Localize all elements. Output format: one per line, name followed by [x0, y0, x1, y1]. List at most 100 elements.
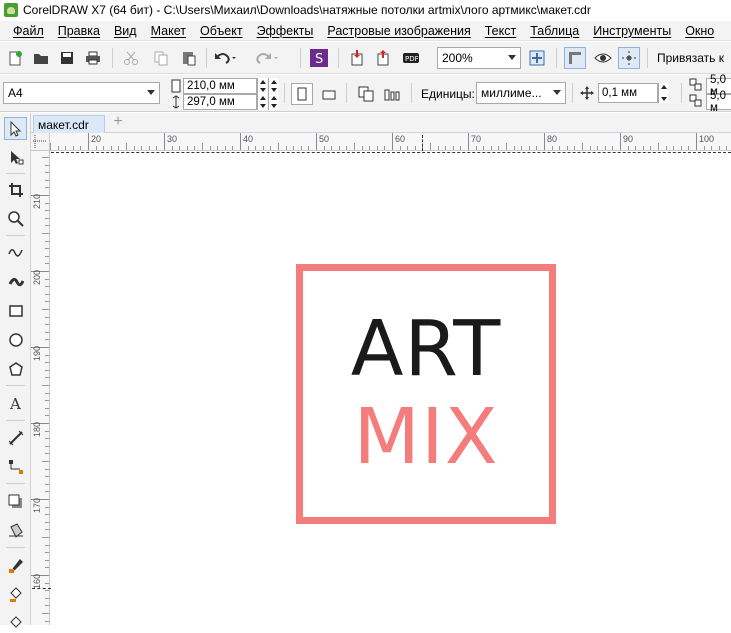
current-page-icon[interactable] [382, 83, 404, 105]
nudge-distance-spinner[interactable] [658, 83, 668, 103]
svg-text:A: A [9, 395, 21, 411]
cut-icon[interactable] [120, 47, 142, 69]
menu-edit[interactable]: Правка [51, 24, 107, 38]
page-height-spinner-right[interactable] [268, 94, 278, 110]
rectangle-tool-icon[interactable] [4, 299, 27, 322]
full-screen-icon[interactable] [592, 47, 614, 69]
drop-shadow-icon[interactable] [4, 490, 27, 513]
ruler-minor-tick [45, 408, 49, 409]
page-width-spinner[interactable] [257, 78, 267, 94]
ruler-minor-tick [270, 146, 271, 150]
ruler-minor-tick [45, 605, 49, 606]
ruler-minor-tick [377, 146, 378, 150]
crop-tool-icon[interactable] [4, 178, 27, 201]
ruler-minor-tick [453, 146, 454, 150]
menu-table[interactable]: Таблица [523, 24, 586, 38]
interactive-fill-icon[interactable] [4, 583, 27, 606]
vertical-ruler[interactable]: 210 200 190 180 170 160 [31, 151, 50, 625]
page-height-spinner[interactable] [257, 94, 267, 110]
ruler-minor-tick [45, 339, 49, 340]
ruler-minor-tick [400, 146, 401, 150]
new-document-icon[interactable] [4, 47, 26, 69]
menu-file[interactable]: Файл [6, 24, 51, 38]
logo-text-art[interactable]: ART [296, 306, 556, 394]
ruler-minor-tick [438, 146, 439, 150]
open-icon[interactable] [30, 47, 52, 69]
page-border-top [51, 152, 731, 153]
save-icon[interactable] [56, 47, 78, 69]
smart-fill-icon[interactable] [4, 610, 27, 633]
zoom-to-page-icon[interactable] [526, 47, 548, 69]
ruler-major-tick [88, 133, 89, 150]
print-icon[interactable] [82, 47, 104, 69]
svg-text:PDF: PDF [405, 55, 419, 63]
ruler-minor-tick [45, 469, 49, 470]
menu-view[interactable]: Вид [107, 24, 144, 38]
landscape-icon[interactable] [318, 83, 340, 105]
all-pages-icon[interactable] [355, 83, 377, 105]
transparency-icon[interactable] [4, 519, 27, 542]
zoom-tool-icon[interactable] [4, 207, 27, 230]
ruler-origin-icon [33, 135, 46, 148]
ruler-minor-tick [42, 309, 49, 310]
document-tab[interactable]: макет.cdr [33, 115, 105, 133]
ruler-minor-tick [232, 146, 233, 150]
menu-window[interactable]: Окно [678, 24, 721, 38]
paste-icon[interactable] [178, 47, 200, 69]
freehand-tool-icon[interactable] [4, 240, 27, 263]
ruler-origin[interactable] [31, 133, 50, 151]
snap-to-button[interactable]: Привязать к [657, 51, 724, 65]
ruler-minor-tick [45, 187, 49, 188]
menu-text[interactable]: Текст [478, 24, 523, 38]
ruler-minor-tick [278, 143, 279, 150]
ellipse-tool-icon[interactable] [4, 328, 27, 351]
ruler-minor-tick [45, 279, 49, 280]
page-height-input[interactable]: 297,0 мм [183, 94, 257, 110]
pick-tool-icon[interactable] [4, 117, 27, 140]
ruler-minor-tick [217, 146, 218, 150]
artistic-media-icon[interactable] [4, 269, 27, 292]
polygon-tool-icon[interactable] [4, 357, 27, 380]
export-icon[interactable] [372, 47, 394, 69]
menu-tools[interactable]: Инструменты [586, 24, 678, 38]
ruler-minor-tick [42, 613, 49, 614]
connector-tool-icon[interactable] [4, 455, 27, 478]
publish-pdf-icon[interactable]: PDF [400, 47, 422, 69]
ruler-minor-tick [96, 146, 97, 150]
menu-layout[interactable]: Макет [144, 24, 193, 38]
copy-icon[interactable] [150, 47, 172, 69]
menu-effects[interactable]: Эффекты [250, 24, 321, 38]
units-select[interactable]: миллиме... [476, 82, 566, 104]
page-size-select[interactable]: A4 [3, 82, 160, 104]
ruler-label: 90 [623, 134, 634, 144]
ruler-minor-tick [726, 146, 727, 150]
text-tool-icon[interactable]: A [4, 391, 27, 414]
portrait-icon[interactable] [291, 83, 313, 105]
page-height-icon [172, 95, 180, 109]
ruler-minor-tick [650, 146, 651, 150]
zoom-level-select[interactable]: 200% [437, 47, 521, 69]
ruler-minor-tick [45, 438, 49, 439]
undo-icon[interactable] [214, 47, 236, 69]
page-width-input[interactable]: 210,0 мм [183, 78, 257, 94]
ruler-minor-tick [331, 146, 332, 150]
ruler-minor-tick [45, 248, 49, 249]
horizontal-ruler[interactable]: 20 30 40 50 60 70 80 90 100 [50, 133, 731, 151]
add-tab-button[interactable]: + [110, 114, 126, 130]
duplicate-y-input[interactable]: 5,0 м [706, 90, 731, 114]
parallel-dimension-icon[interactable] [4, 426, 27, 449]
menu-bitmaps[interactable]: Растровые изображения [320, 24, 477, 38]
shape-tool-icon[interactable] [4, 145, 27, 168]
menu-object[interactable]: Объект [193, 24, 250, 38]
ruler-minor-tick [45, 491, 49, 492]
logo-text-mix[interactable]: MIX [296, 394, 556, 482]
nudge-distance-input[interactable]: 0,1 мм [598, 83, 658, 103]
page-width-spinner-right[interactable] [268, 78, 278, 94]
search-content-icon[interactable]: S [308, 47, 330, 69]
eyedropper-icon[interactable] [4, 554, 27, 577]
show-guidelines-icon[interactable] [618, 47, 640, 69]
redo-icon[interactable] [256, 47, 278, 69]
ruler-minor-tick [42, 157, 49, 158]
import-icon[interactable] [346, 47, 368, 69]
show-rulers-icon[interactable] [564, 47, 586, 69]
